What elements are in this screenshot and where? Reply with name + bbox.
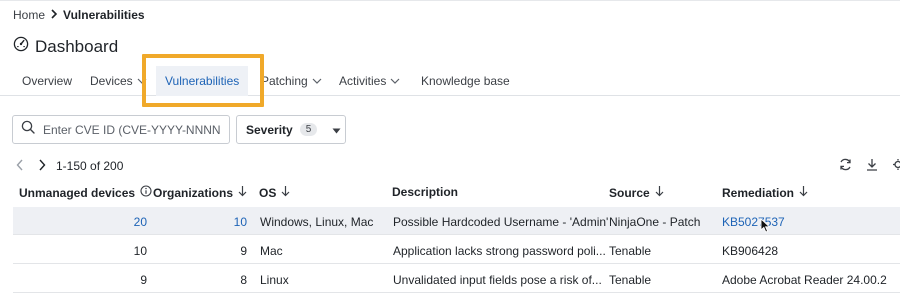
breadcrumb-home[interactable]: Home bbox=[13, 8, 45, 22]
tab-label: Vulnerabilities bbox=[165, 74, 240, 88]
column-description[interactable]: Description bbox=[392, 185, 458, 199]
chevron-down-icon bbox=[312, 74, 322, 88]
chevron-down-icon bbox=[137, 74, 147, 88]
chevron-right-icon[interactable] bbox=[38, 159, 46, 174]
tab-label: Activities bbox=[339, 74, 387, 88]
page-header: Dashboard bbox=[13, 36, 118, 57]
column-os[interactable]: OS bbox=[259, 185, 290, 200]
chevron-down-icon bbox=[390, 74, 400, 88]
table-tools bbox=[839, 158, 900, 176]
table-row[interactable]: 10 9 Mac Application lacks strong passwo… bbox=[13, 236, 900, 264]
page-range: 1-150 of 200 bbox=[56, 159, 124, 173]
tab-activities[interactable]: Activities bbox=[339, 66, 400, 96]
table-row[interactable]: 9 8 Linux Unvalidated input fields pose … bbox=[13, 265, 900, 293]
description-cell: Possible Hardcoded Username - 'Admin' bbox=[393, 215, 609, 229]
source-cell: Tenable bbox=[609, 273, 652, 287]
tab-label: Overview bbox=[22, 74, 73, 88]
description-cell: Unvalidated input fields pose a risk of.… bbox=[393, 273, 602, 287]
pagination: 1-150 of 200 bbox=[16, 157, 123, 175]
search-icon bbox=[21, 120, 35, 139]
column-label: Remediation bbox=[722, 185, 795, 200]
organizations-cell: 9 bbox=[240, 244, 247, 258]
caret-down-icon bbox=[332, 121, 341, 139]
refresh-icon[interactable] bbox=[839, 158, 852, 176]
os-cell: Mac bbox=[260, 244, 283, 258]
severity-count-badge: 5 bbox=[299, 123, 318, 136]
column-label: OS bbox=[259, 185, 277, 200]
sort-down-icon bbox=[655, 185, 664, 200]
remediation-cell: KB906428 bbox=[722, 244, 779, 258]
settings-icon[interactable] bbox=[892, 158, 900, 176]
table-header: Unmanaged devices Organizations OS Descr… bbox=[13, 181, 900, 205]
top-divider bbox=[0, 0, 900, 1]
chevron-right-icon bbox=[50, 8, 58, 22]
organizations-cell: 8 bbox=[240, 273, 247, 287]
source-cell: Tenable bbox=[609, 244, 652, 258]
tab-patching[interactable]: Patching bbox=[261, 66, 322, 96]
description-cell: Application lacks strong password poli..… bbox=[393, 244, 606, 258]
column-remediation[interactable]: Remediation bbox=[722, 185, 808, 200]
chevron-left-icon[interactable] bbox=[16, 159, 24, 174]
cve-search bbox=[12, 115, 230, 144]
download-icon[interactable] bbox=[866, 158, 878, 176]
tab-devices[interactable]: Devices bbox=[90, 66, 147, 96]
unmanaged-devices-cell: 10 bbox=[133, 244, 147, 258]
os-cell: Windows, Linux, Mac bbox=[260, 215, 374, 229]
column-source[interactable]: Source bbox=[609, 185, 664, 200]
remediation-cell: Adobe Acrobat Reader 24.00.2 bbox=[722, 273, 887, 287]
sort-down-icon bbox=[799, 185, 808, 200]
unmanaged-devices-cell: 9 bbox=[140, 273, 147, 287]
tab-label: Patching bbox=[261, 74, 308, 88]
breadcrumb-current: Vulnerabilities bbox=[63, 8, 145, 22]
os-cell: Linux bbox=[260, 273, 289, 287]
column-label: Source bbox=[609, 185, 650, 200]
info-icon[interactable] bbox=[140, 185, 152, 200]
sort-down-icon bbox=[238, 185, 247, 200]
column-label: Organizations bbox=[153, 185, 234, 200]
page-title: Dashboard bbox=[35, 36, 119, 56]
mouse-cursor-icon bbox=[760, 217, 771, 238]
column-label: Description bbox=[392, 185, 459, 199]
column-organizations[interactable]: Organizations bbox=[153, 185, 247, 200]
severity-label: Severity bbox=[246, 122, 293, 137]
remediation-link[interactable]: KB5027537 bbox=[722, 215, 785, 229]
sort-down-icon bbox=[281, 185, 290, 200]
breadcrumb: Home Vulnerabilities bbox=[13, 8, 145, 22]
severity-filter[interactable]: Severity 5 bbox=[236, 115, 346, 144]
column-label: Unmanaged devices bbox=[19, 185, 136, 200]
tab-overview[interactable]: Overview bbox=[22, 66, 72, 96]
unmanaged-devices-cell[interactable]: 20 bbox=[113, 215, 147, 229]
cve-search-input[interactable] bbox=[43, 122, 221, 137]
tab-vulnerabilities[interactable]: Vulnerabilities bbox=[156, 66, 249, 96]
organizations-cell[interactable]: 10 bbox=[213, 215, 247, 229]
tab-bar: Overview Devices Vulnerabilities Patchin… bbox=[0, 66, 900, 96]
column-unmanaged-devices[interactable]: Unmanaged devices bbox=[19, 185, 152, 200]
dashboard-icon bbox=[13, 36, 29, 57]
source-cell: NinjaOne - Patch bbox=[609, 215, 701, 229]
tab-knowledge-base[interactable]: Knowledge base bbox=[421, 66, 510, 96]
tab-label: Devices bbox=[90, 74, 133, 88]
tab-label: Knowledge base bbox=[421, 74, 510, 88]
